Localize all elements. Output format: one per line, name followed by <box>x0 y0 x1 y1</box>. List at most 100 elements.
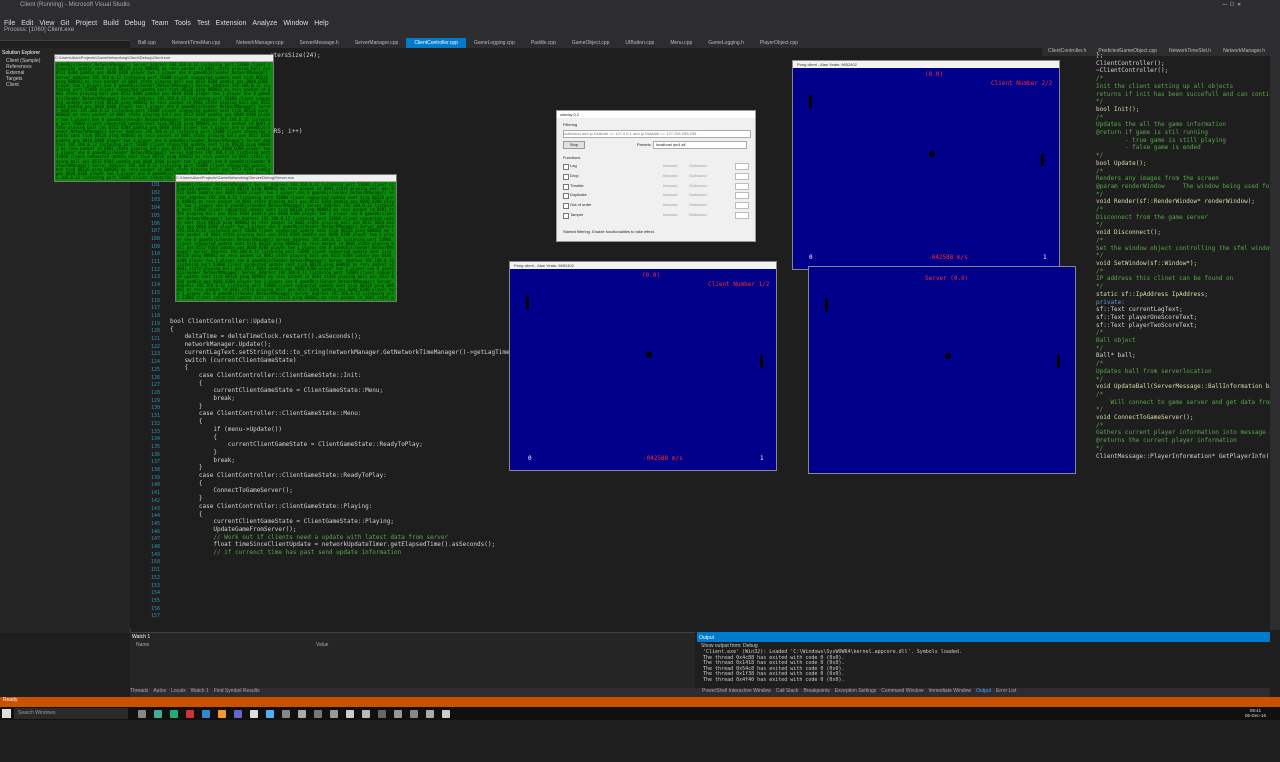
taskbar-app-icon[interactable] <box>298 710 306 718</box>
clumsy-window[interactable]: clumsy 0.2 Filtering outbound and ip.Dst… <box>556 110 756 242</box>
window-controls[interactable]: — ☐ ✕ <box>1222 2 1272 8</box>
menu-item-test[interactable]: Test <box>197 20 210 27</box>
outbound-checkbox[interactable]: Outbound <box>689 212 707 217</box>
taskbar-app-icon[interactable] <box>202 710 210 718</box>
taskbar-app-icon[interactable] <box>426 710 434 718</box>
console-window-1[interactable]: C:\Users\Alan\Projects\GameNetworking\Cl… <box>54 54 274 182</box>
pong-client-1[interactable]: Pong client - Alan Yeats: 9652402 (0.0) … <box>509 261 777 471</box>
taskbar-app-icon[interactable] <box>218 710 226 718</box>
function-checkbox[interactable] <box>563 203 569 210</box>
tab-ball-cpp[interactable]: Ball.cpp <box>130 38 164 48</box>
inbound-checkbox[interactable]: Inbound <box>663 202 677 207</box>
bottom-tab[interactable]: Threads <box>130 688 148 694</box>
output-tab[interactable]: Output <box>976 688 991 694</box>
pong-client-2[interactable]: Pong client - Alan Yeats: 9652402 (0.0) … <box>792 60 1060 270</box>
presets-select[interactable]: localhost ipv4 all <box>653 141 747 149</box>
taskbar-app-icon[interactable] <box>330 710 338 718</box>
outbound-checkbox[interactable]: Outbound <box>689 183 707 188</box>
taskbar-app-icon[interactable] <box>138 710 146 718</box>
tab-gameobject-cpp[interactable]: GameObject.cpp <box>564 38 618 48</box>
menu-item-build[interactable]: Build <box>103 20 119 27</box>
inbound-checkbox[interactable]: Inbound <box>663 212 677 217</box>
taskbar-app-icon[interactable] <box>282 710 290 718</box>
function-checkbox[interactable] <box>563 183 569 190</box>
output-tab[interactable]: PowerShell Interactive Window <box>702 688 771 694</box>
function-checkbox[interactable] <box>563 193 569 200</box>
menu-item-extension[interactable]: Extension <box>216 20 247 27</box>
bottom-tab[interactable]: Find Symbol Results <box>214 688 260 694</box>
outbound-checkbox[interactable]: Outbound <box>689 163 707 168</box>
right-tool-strip[interactable] <box>1270 40 1280 630</box>
menu-item-debug[interactable]: Debug <box>125 20 146 27</box>
bottom-tab[interactable]: Locals <box>171 688 185 694</box>
output-window[interactable]: Output Show output from: Debug 'Client.e… <box>697 632 1270 690</box>
menu-item-help[interactable]: Help <box>314 20 328 27</box>
output-tab[interactable]: Breakpoints <box>803 688 829 694</box>
param-input[interactable] <box>735 192 749 200</box>
param-input[interactable] <box>735 172 749 180</box>
taskbar-app-icon[interactable] <box>154 710 162 718</box>
header-code-pane[interactable]: ClientController.h PredictedGameObject.cp… <box>1042 48 1270 628</box>
menu-item-file[interactable]: File <box>4 20 15 27</box>
taskbar-app-icon[interactable] <box>266 710 274 718</box>
taskbar-app-icon[interactable] <box>170 710 178 718</box>
tab-uibutton-cpp[interactable]: UIButton.cpp <box>617 38 662 48</box>
tab-clientcontroller-cpp[interactable]: ClientController.cpp <box>406 38 466 48</box>
taskbar-app-icon[interactable] <box>186 710 194 718</box>
menu-item-git[interactable]: Git <box>60 20 69 27</box>
function-checkbox[interactable] <box>563 164 569 170</box>
menu-item-view[interactable]: View <box>39 20 54 27</box>
tab-playerobject-cpp[interactable]: PlayerObject.cpp <box>752 38 806 48</box>
inbound-checkbox[interactable]: Inbound <box>663 163 677 168</box>
menu-item-edit[interactable]: Edit <box>21 20 33 27</box>
console-window-2[interactable]: C:\Users\Alan\Projects\GameNetworking\Se… <box>175 174 397 302</box>
param-input[interactable] <box>735 202 749 210</box>
tab-servermanager-cpp[interactable]: ServerManager.cpp <box>347 38 407 48</box>
taskbar-app-icon[interactable] <box>362 710 370 718</box>
outbound-checkbox[interactable]: Outbound <box>689 173 707 178</box>
taskbar-app-icon[interactable] <box>250 710 258 718</box>
tab-gamelogging-cpp[interactable]: GameLogging.cpp <box>466 38 523 48</box>
function-checkbox[interactable] <box>563 213 569 219</box>
outbound-checkbox[interactable]: Outbound <box>689 192 707 197</box>
taskbar-app-icon[interactable] <box>378 710 386 718</box>
inbound-checkbox[interactable]: Inbound <box>663 183 677 188</box>
taskbar-app-icon[interactable] <box>346 710 354 718</box>
inbound-checkbox[interactable]: Inbound <box>663 192 677 197</box>
menu-item-team[interactable]: Team <box>151 20 168 27</box>
menu-item-window[interactable]: Window <box>283 20 308 27</box>
output-tab[interactable]: Immediate Window <box>929 688 972 694</box>
taskbar-app-icon[interactable] <box>442 710 450 718</box>
param-input[interactable] <box>735 182 749 190</box>
right-tab[interactable]: ClientController.h <box>1042 48 1092 54</box>
taskbar-app-icon[interactable] <box>394 710 402 718</box>
tab-gamelogging-h[interactable]: GameLogging.h <box>700 38 752 48</box>
bottom-tab[interactable]: Watch 1 <box>191 688 209 694</box>
outbound-checkbox[interactable]: Outbound <box>689 202 707 207</box>
param-input[interactable] <box>735 212 749 219</box>
output-tab[interactable]: Call Stack <box>776 688 799 694</box>
menu-item-project[interactable]: Project <box>75 20 97 27</box>
taskbar-app-icon[interactable] <box>234 710 242 718</box>
stop-button[interactable]: Stop <box>563 141 585 149</box>
filter-input[interactable]: outbound and ip.DstAddr >= 127.0.0.1 and… <box>563 130 751 138</box>
tab-networkmanager-cpp[interactable]: NetworkManager.cpp <box>228 38 291 48</box>
param-input[interactable] <box>735 163 749 170</box>
taskbar-app-icon[interactable] <box>410 710 418 718</box>
inbound-checkbox[interactable]: Inbound <box>663 173 677 178</box>
menu-item-tools[interactable]: Tools <box>174 20 190 27</box>
search-box[interactable]: Search Windows <box>14 708 128 719</box>
output-tab[interactable]: Command Window <box>881 688 923 694</box>
output-tab[interactable]: Exception Settings <box>835 688 876 694</box>
bottom-tab[interactable]: Autos <box>153 688 166 694</box>
output-tab[interactable]: Error List <box>996 688 1016 694</box>
function-checkbox[interactable] <box>563 173 569 180</box>
watch-window[interactable]: Watch 1 Name Value <box>130 632 695 689</box>
pong-server[interactable]: Server (0.0) <box>808 266 1076 474</box>
start-icon[interactable] <box>2 709 11 718</box>
tab-servermessage-h[interactable]: ServerMessage.h <box>292 38 347 48</box>
tab-menu-cpp[interactable]: Menu.cpp <box>662 38 700 48</box>
process-label[interactable]: Process: [1060] Client.exe <box>4 27 74 33</box>
taskbar-app-icon[interactable] <box>314 710 322 718</box>
tab-paddle-cpp[interactable]: Paddle.cpp <box>523 38 564 48</box>
